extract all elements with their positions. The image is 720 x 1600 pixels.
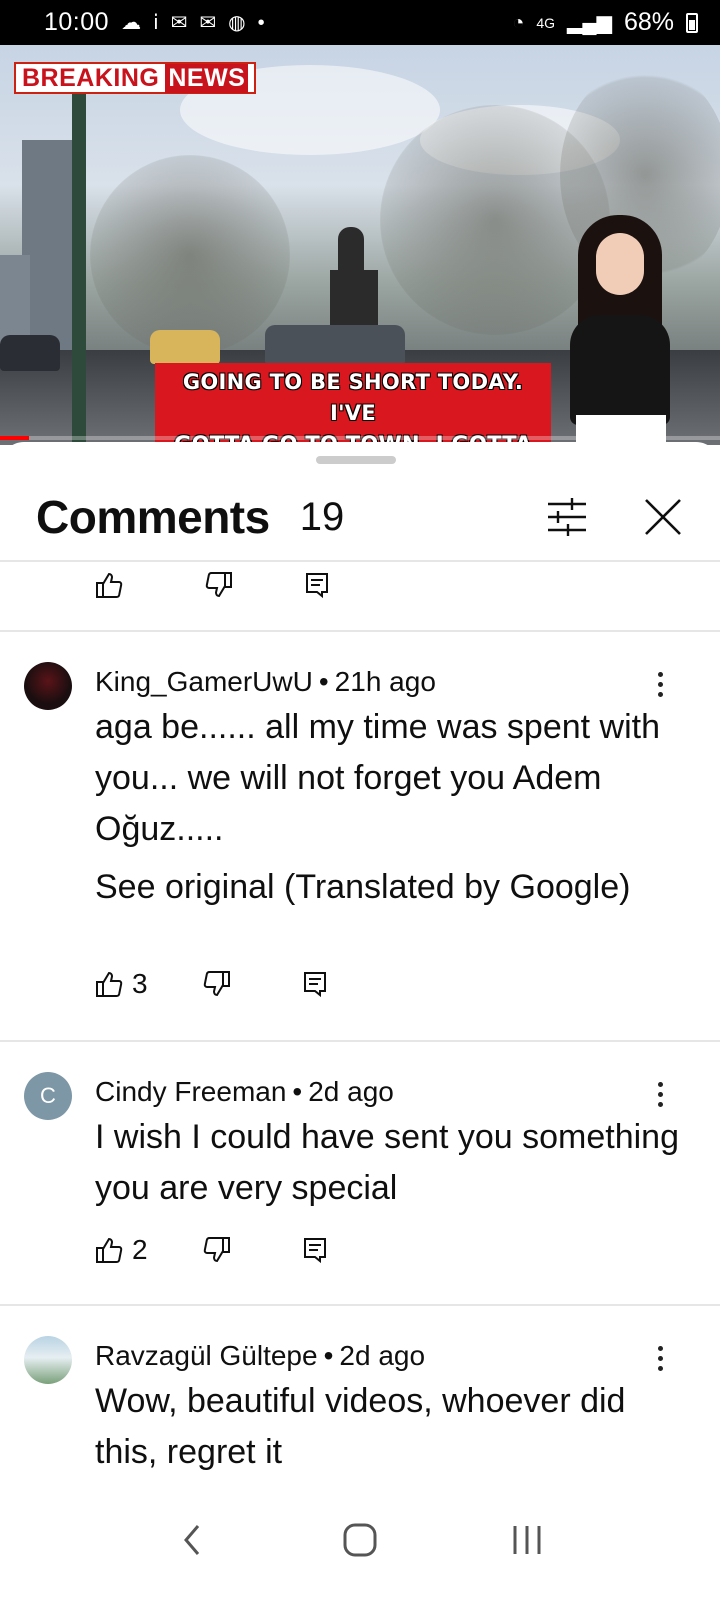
more-notifications-icon: • bbox=[257, 11, 265, 34]
reply-icon bbox=[303, 1238, 326, 1264]
thumbs-down-icon bbox=[203, 1237, 230, 1263]
signal-icon: ▂▄▆ bbox=[567, 11, 612, 34]
avatar[interactable]: C bbox=[24, 1072, 72, 1120]
comment-author[interactable]: Ravzagül Gültepe bbox=[95, 1340, 318, 1371]
like-button[interactable]: 3 bbox=[94, 964, 148, 1004]
comment-text: I wish I could have sent you something y… bbox=[95, 1118, 679, 1207]
reply-icon bbox=[303, 972, 326, 998]
thumbs-down-icon bbox=[203, 971, 230, 997]
comment-actions bbox=[94, 565, 332, 605]
video-player[interactable]: BREAKING NEWS GOING TO BE SHORT TODAY. I… bbox=[0, 45, 720, 445]
presenter bbox=[560, 215, 680, 445]
divider bbox=[0, 560, 720, 562]
comment-meta: Cindy Freeman • 2d ago bbox=[95, 1076, 394, 1108]
comment-actions: 3 bbox=[94, 964, 330, 1004]
recents-icon[interactable] bbox=[497, 1510, 557, 1570]
see-original-link[interactable]: See original (Translated by Google) bbox=[95, 868, 630, 907]
comments-count: 19 bbox=[299, 494, 345, 539]
chrome-icon: ◍ bbox=[228, 11, 246, 34]
comments-sheet: Comments 19 King_GamerUwU • 21h ago aga … bbox=[0, 442, 720, 1600]
status-bar: 10:00 ☁ ⅰ ✉ ✉ ◍ • ◔ 4G ▂▄▆ 68% bbox=[0, 0, 720, 45]
car bbox=[150, 330, 220, 364]
like-button[interactable]: 2 bbox=[94, 1230, 148, 1270]
network-type: 4G bbox=[536, 14, 556, 31]
home-icon[interactable] bbox=[330, 1510, 390, 1570]
video-caption: GOING TO BE SHORT TODAY. I'VE GOTTA GO T… bbox=[155, 363, 551, 445]
comment-meta: Ravzagül Gültepe • 2d ago bbox=[95, 1340, 425, 1372]
thumbs-up-icon bbox=[96, 971, 123, 997]
mail-icon: ✉ bbox=[199, 11, 217, 34]
video-progress-bar[interactable] bbox=[0, 436, 720, 440]
comment-item: King_GamerUwU • 21h ago aga be...... all m… bbox=[0, 632, 720, 1040]
tree bbox=[90, 155, 290, 355]
avatar[interactable] bbox=[24, 662, 72, 710]
badge-word-news: NEWS bbox=[165, 63, 249, 93]
more-options-icon[interactable] bbox=[648, 664, 672, 704]
separator: • bbox=[318, 666, 329, 697]
comment-time: 21h ago bbox=[334, 666, 436, 697]
reply-button[interactable] bbox=[300, 964, 330, 1004]
close-icon[interactable] bbox=[638, 492, 688, 542]
info-icon: ⅰ bbox=[153, 11, 159, 34]
separator: • bbox=[292, 1076, 303, 1107]
comment-time: 2d ago bbox=[339, 1340, 426, 1371]
breaking-news-badge: BREAKING NEWS bbox=[14, 62, 257, 94]
comment-time: 2d ago bbox=[308, 1076, 394, 1107]
video-progress-fill bbox=[0, 436, 29, 440]
separator: • bbox=[323, 1340, 334, 1371]
comment-author[interactable]: King_GamerUwU bbox=[95, 666, 313, 697]
comments-title: Comments bbox=[36, 491, 270, 543]
more-options-icon[interactable] bbox=[648, 1074, 672, 1114]
dislike-button[interactable] bbox=[202, 964, 232, 1004]
wifi-icon: ◔ bbox=[512, 11, 525, 34]
comments-header: Comments 19 bbox=[0, 472, 720, 562]
clock: 10:00 bbox=[44, 8, 110, 36]
thumbs-up-icon bbox=[96, 572, 123, 598]
reply-icon bbox=[306, 573, 328, 599]
like-count: 3 bbox=[132, 968, 148, 999]
like-button[interactable] bbox=[94, 565, 124, 605]
comment-meta: King_GamerUwU • 21h ago bbox=[95, 666, 436, 698]
statue bbox=[338, 227, 364, 271]
comment-text: Wow, beautiful videos, whoever did this,… bbox=[95, 1382, 626, 1471]
comment-item: C Cindy Freeman • 2d ago I wish I could ha… bbox=[0, 1042, 720, 1304]
dislike-button[interactable] bbox=[202, 1230, 232, 1270]
battery-icon bbox=[686, 12, 698, 33]
mail-icon: ✉ bbox=[170, 11, 188, 34]
car bbox=[0, 335, 60, 371]
like-count: 2 bbox=[132, 1234, 148, 1265]
sliders-icon[interactable] bbox=[544, 494, 590, 540]
avatar-letter: C bbox=[40, 1083, 56, 1108]
comment-item: Ravzagül Gültepe • 2d ago Wow, beautiful v… bbox=[0, 1306, 720, 1486]
system-nav-bar bbox=[0, 1480, 720, 1600]
street-pole bbox=[72, 90, 86, 445]
reply-button[interactable] bbox=[300, 1230, 330, 1270]
car bbox=[265, 325, 405, 365]
badge-word-breaking: BREAKING bbox=[22, 63, 160, 92]
comment-author[interactable]: Cindy Freeman bbox=[95, 1076, 286, 1107]
reply-button[interactable] bbox=[302, 565, 332, 605]
thumbs-down-icon bbox=[205, 572, 232, 598]
thumbs-up-icon bbox=[96, 1237, 123, 1263]
comment-actions: 2 bbox=[94, 1230, 330, 1270]
more-options-icon[interactable] bbox=[648, 1338, 672, 1378]
back-icon[interactable] bbox=[163, 1510, 223, 1570]
dislike-button[interactable] bbox=[204, 565, 234, 605]
battery-percent: 68% bbox=[623, 8, 674, 36]
avatar[interactable] bbox=[24, 1336, 72, 1384]
notification-icon: ☁ bbox=[121, 11, 142, 34]
caption-line: GOING TO BE SHORT TODAY. I'VE bbox=[182, 370, 524, 425]
comment-text: aga be...... all my time was spent with … bbox=[95, 708, 661, 848]
drag-handle[interactable] bbox=[316, 456, 396, 464]
